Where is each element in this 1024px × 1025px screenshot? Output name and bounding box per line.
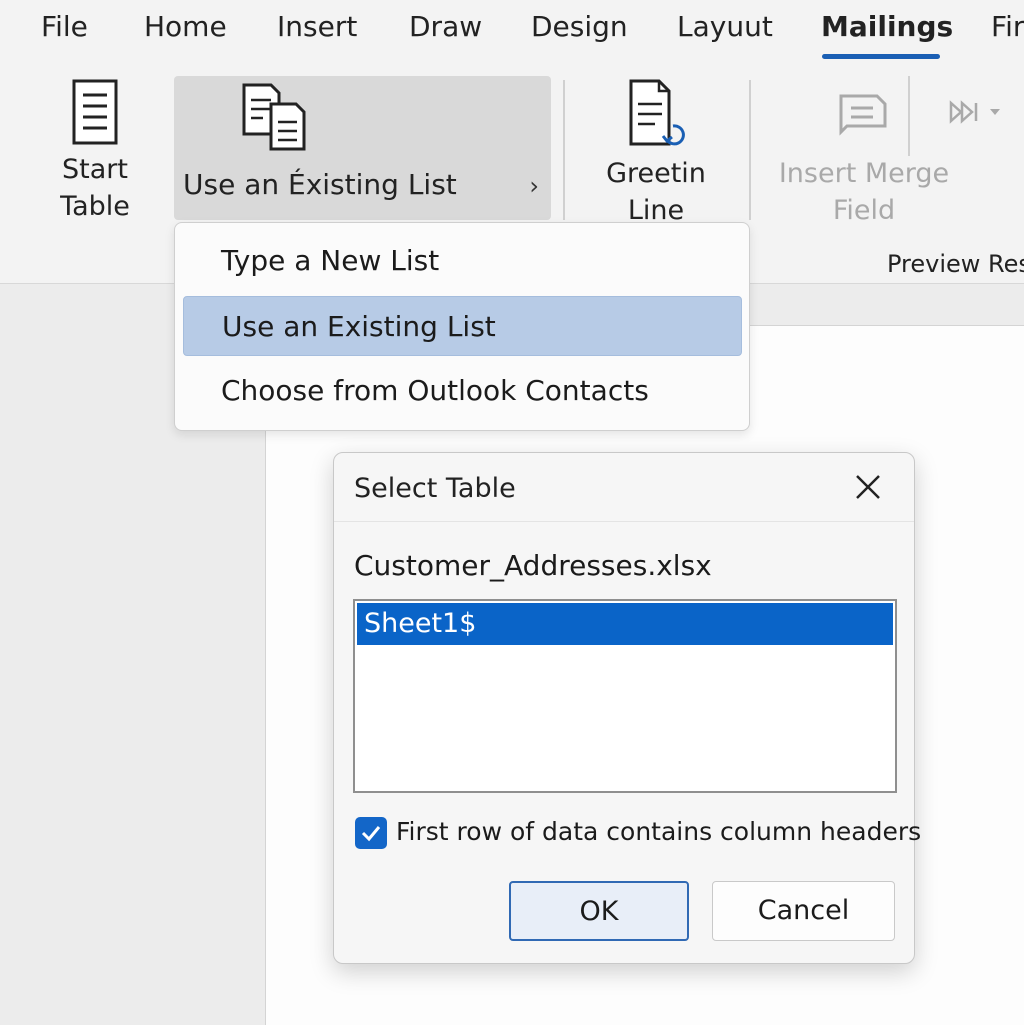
menu-item-type-new-list[interactable]: Type a New List xyxy=(183,231,742,291)
chevron-down-icon xyxy=(990,109,1000,115)
ribbon-tab-bar: File Home Insert Draw Design Layuut Mail… xyxy=(0,0,1024,62)
document-arrow-icon xyxy=(629,79,685,146)
select-table-dialog: Select Table Customer_Addresses.xlsx She… xyxy=(333,452,921,964)
header-row-checkbox-label[interactable]: First row of data contains column header… xyxy=(396,817,921,846)
start-table-label-line1: Start xyxy=(62,154,128,185)
list-item[interactable]: Sheet1$ xyxy=(357,603,893,645)
preview-results-button[interactable] xyxy=(944,92,1008,132)
group-label-preview-results: Preview Res xyxy=(887,250,1024,278)
merge-field-icon xyxy=(839,94,887,136)
start-table-label-line2: Table xyxy=(60,191,130,222)
preview-results-icon xyxy=(949,100,978,124)
close-button[interactable] xyxy=(852,471,884,503)
document-icon xyxy=(72,79,118,145)
menu-item-use-existing-list[interactable]: Use an Existing List xyxy=(183,296,742,356)
tab-file[interactable]: File xyxy=(41,10,88,43)
tab-layout[interactable]: Layuut xyxy=(677,10,773,43)
tab-overflow[interactable]: Fir xyxy=(991,10,1024,43)
dialog-title: Select Table xyxy=(354,473,516,504)
table-listbox[interactable]: Sheet1$ xyxy=(353,599,897,793)
greeting-line-label-line1: Greetin xyxy=(606,158,706,189)
tab-design[interactable]: Design xyxy=(531,10,628,43)
header-row-checkbox[interactable] xyxy=(355,817,387,849)
select-recipients-menu: Type a New List Use an Existing List Cho… xyxy=(174,222,750,431)
tab-mailings[interactable]: Mailings xyxy=(821,10,953,43)
chevron-right-icon: › xyxy=(529,172,539,200)
insert-merge-field-label-line2: Field xyxy=(832,195,896,226)
ok-button[interactable]: OK xyxy=(509,881,689,941)
close-icon xyxy=(856,475,880,499)
menu-item-outlook-contacts[interactable]: Choose from Outlook Contacts xyxy=(183,361,742,421)
active-tab-indicator xyxy=(822,54,940,59)
tab-insert[interactable]: Insert xyxy=(277,10,357,43)
file-name-label: Customer_Addresses.xlsx xyxy=(354,549,712,582)
ribbon-divider xyxy=(908,76,910,156)
checkmark-icon xyxy=(361,826,381,842)
select-recipients-button[interactable]: Use an Éxisting List › xyxy=(174,76,551,220)
insert-merge-field-button[interactable]: Insert Merge Field xyxy=(776,76,952,226)
start-table-button[interactable]: Start Table xyxy=(52,76,138,226)
tab-home[interactable]: Home xyxy=(144,10,227,43)
document-stack-icon xyxy=(242,83,306,151)
tab-draw[interactable]: Draw xyxy=(409,10,482,43)
dialog-title-divider xyxy=(334,521,914,522)
ribbon-divider xyxy=(563,80,565,220)
select-recipients-label: Use an Éxisting List xyxy=(183,168,457,201)
greeting-line-button[interactable]: Greetin Line xyxy=(600,76,712,226)
ribbon-divider xyxy=(749,80,751,220)
cancel-button[interactable]: Cancel xyxy=(712,881,895,941)
insert-merge-field-label-line1: Insert Merge xyxy=(778,158,950,189)
